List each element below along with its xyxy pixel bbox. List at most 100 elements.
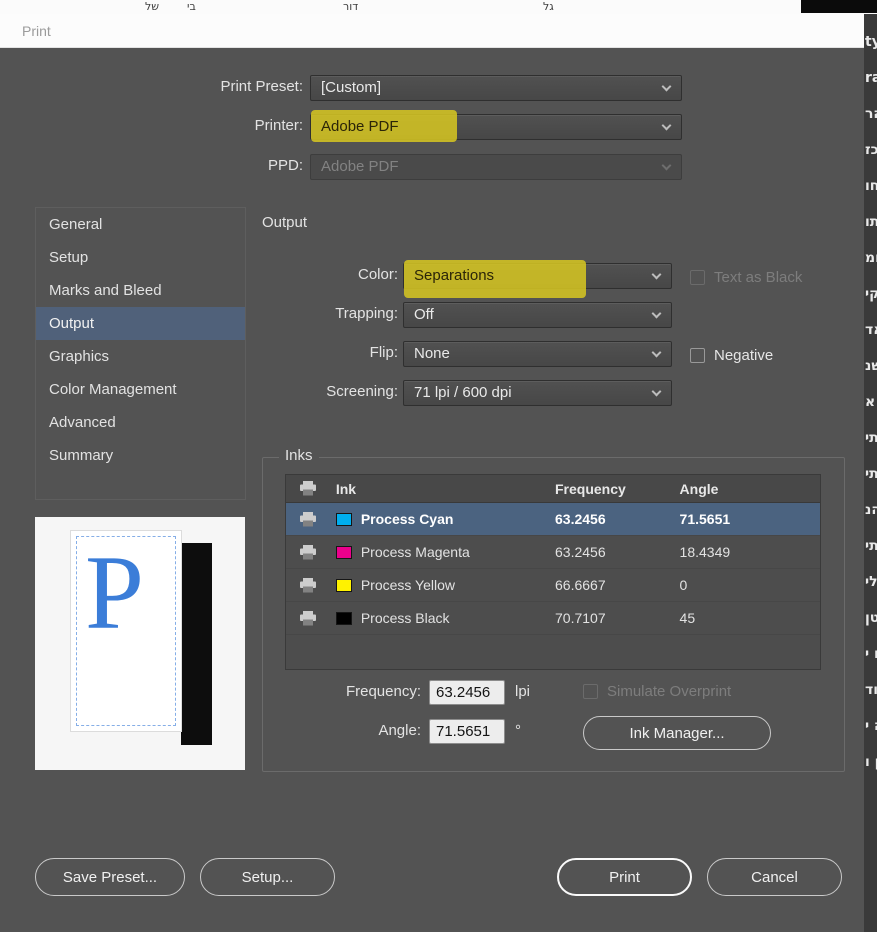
text-as-black-label: Text as Black xyxy=(714,268,803,286)
setup-button[interactable]: Setup... xyxy=(200,858,335,896)
ppd-dropdown: Adobe PDF xyxy=(310,154,682,180)
trapping-row: Trapping: Off xyxy=(0,302,720,329)
ink-swatch xyxy=(335,578,352,592)
preview-page-shadow xyxy=(181,543,212,745)
column-header-frequency: Frequency xyxy=(555,480,626,497)
chevron-down-icon xyxy=(661,81,672,92)
cancel-button[interactable]: Cancel xyxy=(707,858,842,896)
negative-checkbox[interactable]: Negative xyxy=(690,344,773,366)
background-text-fragment: דור xyxy=(343,0,359,13)
checkbox-box xyxy=(690,347,705,363)
print-preset-row: Print Preset: [Custom] xyxy=(0,75,720,102)
background-text-fragment: ם י xyxy=(865,646,877,662)
sidebar-item-summary[interactable]: Summary xyxy=(36,439,245,472)
ink-swatch xyxy=(335,611,352,625)
inks-group: Inks Ink Frequency Angle Process Cyan 63… xyxy=(262,447,845,772)
chevron-down-icon xyxy=(651,347,662,358)
chevron-down-icon xyxy=(661,160,672,171)
printer-icon xyxy=(286,481,330,496)
screening-value: 71 lpi / 600 dpi xyxy=(414,384,512,401)
ink-manager-button[interactable]: Ink Manager... xyxy=(583,716,771,750)
chevron-down-icon xyxy=(651,386,662,397)
background-text-fragment: א xyxy=(865,394,876,410)
print-dialog: Print Print Preset: [Custom] Printer: Ad… xyxy=(0,14,864,932)
frequency-input[interactable] xyxy=(429,680,505,705)
background-text-fragment: תי xyxy=(865,430,877,446)
printer-icon[interactable] xyxy=(286,511,330,527)
background-text-fragment: חמ xyxy=(865,250,877,266)
background-text-fragment: תי xyxy=(865,466,877,482)
background-document-right: ty ra הר כז חו תו חמ קי אד שנ א תי תי הנ תי לי טן ם י וד ה … xyxy=(864,0,877,932)
ppd-value: Adobe PDF xyxy=(321,158,399,175)
ink-angle: 45 xyxy=(679,610,696,626)
ink-row-process-magenta[interactable]: Process Magenta 63.2456 18.4349 xyxy=(286,536,820,569)
flip-value: None xyxy=(414,345,450,362)
text-as-black-checkbox[interactable]: Text as Black xyxy=(690,266,802,288)
trapping-value: Off xyxy=(414,306,434,323)
simulate-overprint-label: Simulate Overprint xyxy=(607,682,732,700)
ink-name-cell: Process Yellow xyxy=(330,577,555,593)
background-text-fragment: ra xyxy=(865,70,877,86)
angle-field-label: Angle: xyxy=(378,722,421,739)
ink-row-process-yellow[interactable]: Process Yellow 66.6667 0 xyxy=(286,569,820,602)
background-text-fragment: קי xyxy=(865,286,877,302)
column-header-angle: Angle xyxy=(679,480,719,497)
ink-row-process-black[interactable]: Process Black 70.7107 45 xyxy=(286,602,820,635)
ppd-row: PPD: Adobe PDF xyxy=(0,154,720,181)
ink-name: Process Magenta xyxy=(360,544,470,560)
printer-icon[interactable] xyxy=(286,544,330,560)
flip-label: Flip: xyxy=(369,344,398,361)
ink-swatch xyxy=(335,512,352,526)
background-text-fragment: וד xyxy=(865,682,877,698)
printer-dropdown[interactable]: Adobe PDF xyxy=(310,114,682,140)
background-text-fragment: כז xyxy=(865,142,877,158)
background-text-fragment: גל xyxy=(543,0,554,13)
inks-table-header: Ink Frequency Angle xyxy=(286,475,820,503)
preview-letter: P xyxy=(85,534,144,651)
chevron-down-icon xyxy=(661,120,672,131)
printer-row: Printer: Adobe PDF xyxy=(0,114,720,141)
ink-frequency: 63.2456 xyxy=(555,544,606,560)
color-dropdown[interactable]: Separations xyxy=(403,263,672,289)
color-label: Color: xyxy=(357,266,398,283)
dialog-title: Print xyxy=(22,22,51,39)
background-text-fragment: שנ xyxy=(865,358,877,374)
column-header-ink: Ink xyxy=(335,480,357,497)
background-document-top: של בי דור גל xyxy=(0,0,877,14)
preview-page: P xyxy=(71,531,181,731)
angle-input[interactable] xyxy=(429,719,505,744)
screening-dropdown[interactable]: 71 lpi / 600 dpi xyxy=(403,380,672,406)
ink-name: Process Yellow xyxy=(360,577,455,593)
background-right-text-column: ty ra הר כז חו תו חמ קי אד שנ א תי תי הנ תי לי טן ם י וד ה … xyxy=(865,34,877,790)
chevron-down-icon xyxy=(651,308,662,319)
ink-name-cell: Process Black xyxy=(330,610,555,626)
background-text-fragment: של xyxy=(145,0,160,13)
checkbox-box xyxy=(583,683,598,699)
save-preset-button[interactable]: Save Preset... xyxy=(35,858,185,896)
ink-frequency: 70.7107 xyxy=(555,610,606,626)
trapping-dropdown[interactable]: Off xyxy=(403,302,672,328)
background-text-fragment: ה י xyxy=(865,718,877,734)
simulate-overprint-checkbox[interactable]: Simulate Overprint xyxy=(583,680,731,702)
sidebar-item-advanced[interactable]: Advanced xyxy=(36,406,245,439)
screen: של בי דור גל ty ra הר כז חו תו חמ קי אד שנ א תי תי הנ… xyxy=(0,0,877,932)
background-text-fragment: תי xyxy=(865,538,877,554)
flip-row: Flip: None xyxy=(0,341,720,368)
ink-angle: 0 xyxy=(679,577,688,593)
background-text-fragment: הנ xyxy=(865,502,877,518)
flip-dropdown[interactable]: None xyxy=(403,341,672,367)
frequency-field-label: Frequency: xyxy=(345,683,421,700)
print-preset-label: Print Preset: xyxy=(220,78,303,95)
printer-icon[interactable] xyxy=(286,577,330,593)
print-button[interactable]: Print xyxy=(557,858,692,896)
sidebar-item-general[interactable]: General xyxy=(36,208,245,241)
background-text-fragment: טן xyxy=(865,610,877,626)
chevron-down-icon xyxy=(651,269,662,280)
background-text-fragment: ty xyxy=(865,34,877,50)
ink-row-process-cyan[interactable]: Process Cyan 63.2456 71.5651 xyxy=(286,503,820,536)
background-text-fragment: בי xyxy=(187,0,196,13)
printer-icon[interactable] xyxy=(286,610,330,626)
print-preset-dropdown[interactable]: [Custom] xyxy=(310,75,682,101)
background-text-fragment: לי xyxy=(865,574,877,590)
screening-label: Screening: xyxy=(326,383,398,400)
